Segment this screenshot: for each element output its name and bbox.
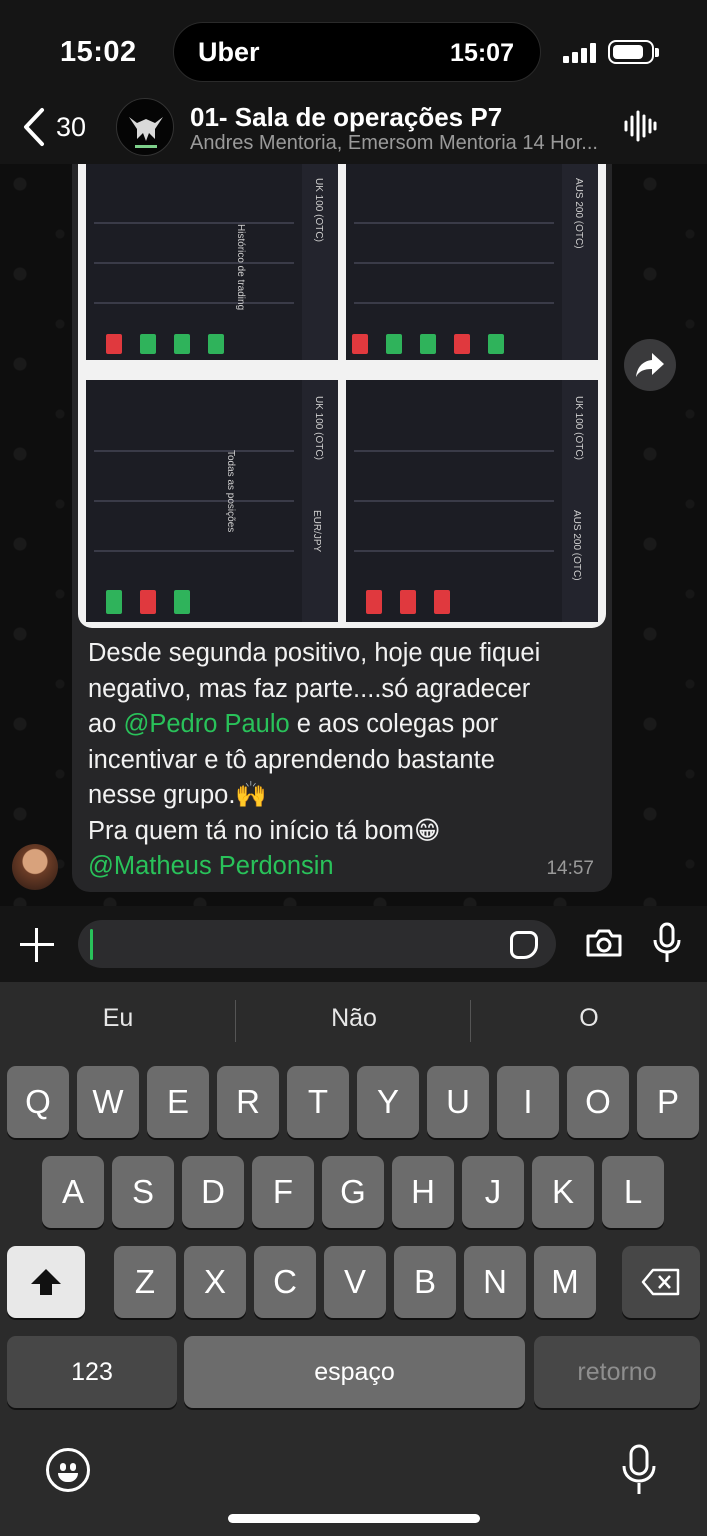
trade-screenshot-3[interactable]: UK 100 (OTC) EUR/JPY Todas as posições	[86, 380, 338, 622]
key-l[interactable]: L	[602, 1156, 664, 1228]
key-g[interactable]: G	[322, 1156, 384, 1228]
delete-key[interactable]	[622, 1246, 700, 1318]
emoji-icon[interactable]	[46, 1448, 90, 1492]
attach-plus-icon[interactable]	[20, 928, 54, 962]
text-caret	[90, 929, 93, 960]
key-v[interactable]: V	[324, 1246, 386, 1318]
suggestion-divider	[235, 1000, 236, 1042]
trade-screenshot-4[interactable]: UK 100 (OTC) AUS 200 (OTC)	[346, 380, 598, 622]
shift-arrow-icon	[31, 1269, 61, 1295]
key-x[interactable]: X	[184, 1246, 246, 1318]
key-h[interactable]: H	[392, 1156, 454, 1228]
live-activity-time: 15:07	[450, 39, 514, 67]
message-timestamp: 14:57	[546, 858, 594, 879]
key-j[interactable]: J	[462, 1156, 524, 1228]
image-collage[interactable]: UK 100 (OTC) Histórico de trading AUS 20…	[78, 164, 606, 628]
key-a[interactable]: A	[42, 1156, 104, 1228]
suggestion-1[interactable]: Eu	[8, 1004, 228, 1033]
key-o[interactable]: O	[567, 1066, 629, 1138]
forward-arrow-icon	[636, 353, 664, 377]
key-m[interactable]: M	[534, 1246, 596, 1318]
asset-label: UK 100 (OTC)	[573, 396, 584, 460]
key-f[interactable]: F	[252, 1156, 314, 1228]
message-input[interactable]	[78, 920, 556, 968]
forward-button[interactable]	[624, 339, 676, 391]
key-k[interactable]: K	[532, 1156, 594, 1228]
key-y[interactable]: Y	[357, 1066, 419, 1138]
history-label: Histórico de trading	[235, 224, 246, 311]
camera-icon[interactable]	[585, 928, 623, 958]
asset-label: UK 100 (OTC)	[313, 396, 324, 460]
key-w[interactable]: W	[77, 1066, 139, 1138]
suggestion-divider	[470, 1000, 471, 1042]
key-r[interactable]: R	[217, 1066, 279, 1138]
home-indicator[interactable]	[228, 1514, 480, 1523]
trade-screenshot-1[interactable]: UK 100 (OTC) Histórico de trading	[86, 164, 338, 360]
battery-icon	[608, 40, 659, 64]
asset-label: UK 100 (OTC)	[313, 178, 324, 242]
suggestion-3[interactable]: O	[479, 1004, 699, 1033]
mention-link[interactable]: @Matheus Perdonsin	[88, 852, 334, 880]
sender-avatar[interactable]	[12, 844, 58, 890]
key-s[interactable]: S	[112, 1156, 174, 1228]
status-bar: 15:02 Uber 15:07	[0, 0, 707, 96]
key-b[interactable]: B	[394, 1246, 456, 1318]
message-line: negativo, mas faz parte....só agradecer	[88, 674, 531, 703]
dictation-mic-icon[interactable]	[620, 1444, 658, 1496]
trade-screenshot-2[interactable]: AUS 200 (OTC)	[346, 164, 598, 360]
key-n[interactable]: N	[464, 1246, 526, 1318]
message-line: nesse grupo.🙌	[88, 781, 268, 809]
space-key[interactable]: espaço	[184, 1336, 525, 1408]
positions-label: Todas as posições	[225, 450, 236, 533]
message-line: incentivar e tô aprendendo bastante	[88, 745, 495, 774]
live-activity-app: Uber	[198, 37, 260, 67]
numbers-key[interactable]: 123	[7, 1336, 177, 1408]
key-q[interactable]: Q	[7, 1066, 69, 1138]
key-u[interactable]: U	[427, 1066, 489, 1138]
key-i[interactable]: I	[497, 1066, 559, 1138]
asset-label: AUS 200 (OTC)	[571, 510, 582, 581]
message-line: ao @Pedro Paulo e aos colegas por	[88, 707, 598, 743]
key-t[interactable]: T	[287, 1066, 349, 1138]
composer	[0, 906, 707, 982]
group-title[interactable]: 01- Sala de operações P7	[190, 102, 502, 133]
message-line: Pra quem tá no início tá bom😁	[88, 816, 441, 845]
sticker-icon[interactable]	[510, 931, 538, 959]
message-line: Desde segunda positivo, hoje que fiquei	[88, 639, 541, 667]
key-z[interactable]: Z	[114, 1246, 176, 1318]
group-logo-icon	[129, 117, 163, 148]
message-fragment: e aos colegas por	[289, 710, 499, 738]
voice-chat-icon[interactable]	[623, 110, 657, 142]
group-members[interactable]: Andres Mentoria, Emersom Mentoria 14 Hor…	[190, 132, 605, 155]
return-key[interactable]: retorno	[534, 1336, 700, 1408]
chat-area[interactable]: UK 100 (OTC) Histórico de trading AUS 20…	[0, 164, 707, 906]
mention-link[interactable]: @Pedro Paulo	[123, 710, 289, 738]
group-avatar[interactable]	[116, 98, 174, 156]
shift-key[interactable]	[7, 1246, 85, 1318]
asset-label: EUR/JPY	[311, 510, 322, 553]
key-e[interactable]: E	[147, 1066, 209, 1138]
message-fragment: ao	[88, 710, 124, 738]
message-line: @Matheus Perdonsin	[88, 849, 598, 885]
microphone-icon[interactable]	[652, 922, 682, 964]
message-text: Desde segunda positivo, hoje que fiquei …	[88, 636, 598, 885]
key-p[interactable]: P	[637, 1066, 699, 1138]
unread-count[interactable]: 30	[56, 112, 86, 143]
key-d[interactable]: D	[182, 1156, 244, 1228]
back-chevron-icon[interactable]	[18, 104, 58, 150]
signal-icon	[563, 43, 599, 63]
key-c[interactable]: C	[254, 1246, 316, 1318]
asset-label: AUS 200 (OTC)	[573, 178, 584, 249]
chat-header: 30 01- Sala de operações P7 Andres Mento…	[0, 96, 707, 164]
backspace-icon	[641, 1268, 680, 1296]
status-time: 15:02	[60, 36, 137, 68]
message-bubble[interactable]: UK 100 (OTC) Histórico de trading AUS 20…	[72, 164, 612, 892]
dynamic-island[interactable]: Uber 15:07	[173, 22, 541, 82]
keyboard: Eu Não O 123 espaço retorno QWERTYUIOPAS…	[0, 982, 707, 1536]
suggestion-2[interactable]: Não	[244, 1004, 464, 1033]
